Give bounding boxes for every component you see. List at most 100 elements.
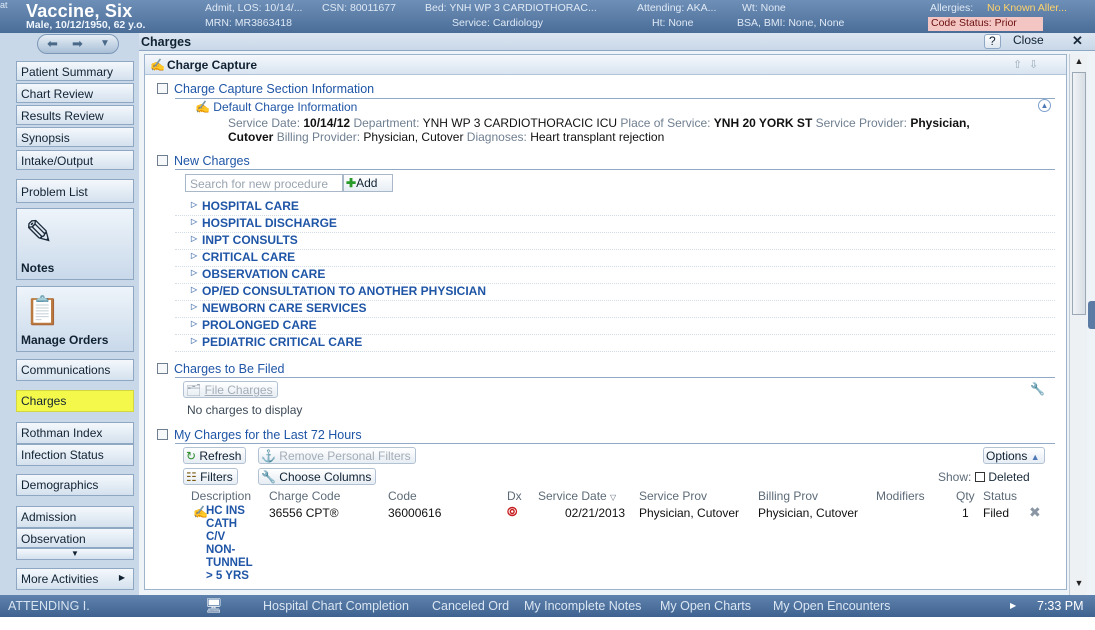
sidebar-item-synopsis[interactable]: Synopsis — [16, 127, 134, 147]
section-divider — [175, 169, 1055, 170]
sidebar-item-results-review[interactable]: Results Review — [16, 105, 134, 125]
sidebar-expand-chevron-icon[interactable]: ▼ — [16, 548, 134, 560]
collapse-up-icon: ▲ — [1030, 452, 1040, 462]
col-billing-prov[interactable]: Billing Prov — [758, 489, 818, 503]
help-button[interactable]: ? — [984, 34, 1001, 49]
col-qty[interactable]: Qty — [956, 489, 975, 503]
more-activities-button[interactable]: More Activities ▶ — [16, 568, 134, 590]
category-critical-care[interactable]: ▷ CRITICAL CARE — [175, 250, 1055, 267]
chevron-right-icon[interactable]: ▶ — [1010, 601, 1016, 610]
row-service-prov: Physician, Cutover — [639, 506, 740, 520]
add-button[interactable]: ✚Add — [343, 174, 393, 192]
allergies-label: Allergies: — [930, 2, 974, 14]
link-hospital-chart-completion[interactable]: Hospital Chart Completion — [263, 599, 409, 613]
patient-header: at Vaccine, Six Male, 10/12/1950, 62 y.o… — [0, 0, 1095, 33]
status-time: 7:33 PM — [1037, 599, 1084, 613]
sidebar-item-chart-review[interactable]: Chart Review — [16, 83, 134, 103]
sidebar-item-intake-output[interactable]: Intake/Output — [16, 150, 134, 170]
section-collapse-icon — [157, 363, 168, 374]
charge-capture-header: ✍ Charge Capture ⇧ ⇩ — [145, 55, 1066, 75]
close-button[interactable]: Close — [1009, 34, 1048, 49]
category-op-ed-consultation[interactable]: ▷ OP/ED CONSULTATION TO ANOTHER PHYSICIAN — [175, 284, 1055, 301]
sidebar-item-rothman-index[interactable]: Rothman Index — [16, 422, 134, 444]
side-panel-tab[interactable] — [1088, 301, 1095, 329]
new-charges-header[interactable]: New Charges — [157, 154, 250, 168]
procedure-search-input[interactable]: Search for new procedure — [185, 174, 343, 192]
columns-icon: 🔧 — [261, 470, 280, 484]
wrench-icon[interactable]: 🔧 — [1030, 382, 1045, 396]
collapse-up-icon[interactable]: ▲ — [1038, 99, 1051, 112]
chevron-down-icon[interactable]: ▼ — [100, 38, 110, 49]
col-service-prov[interactable]: Service Prov — [639, 489, 707, 503]
sidebar-item-communications[interactable]: Communications — [16, 359, 134, 381]
move-down-icon[interactable]: ⇩ — [1029, 58, 1038, 71]
expand-triangle-icon: ▷ — [191, 302, 198, 311]
link-canceled-ord[interactable]: Canceled Ord — [432, 599, 509, 613]
back-arrow-icon[interactable]: ⬅ — [47, 36, 58, 52]
nav-arrows[interactable]: ⬅ ➡ ▼ — [37, 34, 119, 54]
options-button[interactable]: Options ▲ — [983, 447, 1045, 464]
status-attending: ATTENDING I. — [8, 599, 90, 613]
workstation-icon[interactable]: 🖥 — [205, 597, 223, 614]
sidebar-item-notes[interactable]: ✎ Notes — [16, 208, 134, 280]
category-newborn-care[interactable]: ▷ NEWBORN CARE SERVICES — [175, 301, 1055, 318]
col-description[interactable]: Description — [191, 489, 251, 503]
attending-info: Attending: AKA... — [637, 2, 717, 14]
scroll-up-icon[interactable]: ▲ — [1072, 56, 1086, 70]
dx-linked-icon[interactable]: ⦾ — [507, 504, 517, 520]
scroll-thumb[interactable] — [1072, 72, 1086, 315]
close-icon[interactable]: ✕ — [1072, 33, 1083, 49]
sidebar-item-charges[interactable]: Charges — [16, 390, 134, 412]
col-service-date[interactable]: Service Date ▽ — [538, 489, 616, 503]
link-my-open-encounters[interactable]: My Open Encounters — [773, 599, 890, 613]
sidebar-item-admission[interactable]: Admission — [16, 506, 134, 528]
link-my-open-charts[interactable]: My Open Charts — [660, 599, 751, 613]
move-up-icon[interactable]: ⇧ — [1013, 58, 1022, 71]
header-timestamp-fragment: at — [0, 0, 8, 10]
last72-title: My Charges for the Last 72 Hours — [174, 428, 362, 442]
scroll-down-icon[interactable]: ▼ — [1072, 578, 1086, 592]
category-hospital-discharge[interactable]: ▷ HOSPITAL DISCHARGE — [175, 216, 1055, 233]
sidebar-item-problem-list[interactable]: Problem List — [16, 179, 134, 203]
filters-button[interactable]: ☷ Filters — [183, 468, 238, 485]
col-status[interactable]: Status — [983, 489, 1017, 503]
charges-title-bar: Charges ? Close ✕ — [139, 33, 1095, 51]
col-dx[interactable]: Dx — [507, 489, 522, 503]
category-hospital-care[interactable]: ▷ HOSPITAL CARE — [175, 199, 1055, 216]
to-be-filed-header[interactable]: Charges to Be Filed — [157, 362, 284, 376]
choose-columns-button[interactable]: 🔧 Choose Columns — [258, 468, 377, 485]
default-charge-info[interactable]: ✍ Default Charge Information — [195, 100, 357, 114]
app-window: at Vaccine, Six Male, 10/12/1950, 62 y.o… — [0, 0, 1095, 630]
link-my-incomplete-notes[interactable]: My Incomplete Notes — [524, 599, 641, 613]
row-description[interactable]: HC INS CATH C/V NON- TUNNEL > 5 YRS — [206, 505, 253, 583]
patient-demographics: Male, 10/12/1950, 62 y.o. — [26, 19, 146, 31]
category-inpt-consults[interactable]: ▷ INPT CONSULTS — [175, 233, 1055, 250]
col-charge-code[interactable]: Charge Code — [269, 489, 340, 503]
remove-filters-button[interactable]: ⚓ Remove Personal Filters — [258, 447, 416, 464]
last72-header[interactable]: My Charges for the Last 72 Hours — [157, 428, 362, 442]
section-info-header[interactable]: Charge Capture Section Information — [157, 82, 374, 96]
sidebar-item-patient-summary[interactable]: Patient Summary — [16, 61, 134, 81]
category-observation-care[interactable]: ▷ OBSERVATION CARE — [175, 267, 1055, 284]
vertical-scrollbar[interactable]: ▲ ▼ — [1069, 54, 1087, 595]
service-info: Service: Cardiology — [452, 17, 544, 29]
sidebar-item-observation[interactable]: Observation — [16, 528, 134, 548]
allergies-value[interactable]: No Known Aller... — [987, 2, 1067, 14]
sidebar-item-infection-status[interactable]: Infection Status — [16, 444, 134, 466]
file-charges-button[interactable]: 🗂 File Charges — [183, 381, 278, 398]
delete-icon[interactable]: ✖ — [1029, 504, 1041, 521]
default-info-line2: Cutover Billing Provider: Physician, Cut… — [228, 130, 665, 144]
forward-arrow-icon[interactable]: ➡ — [72, 36, 83, 52]
col-code[interactable]: Code — [388, 489, 417, 503]
row-service-date: 02/21/2013 — [565, 506, 626, 520]
code-status[interactable]: Code Status: Prior — [928, 17, 1043, 31]
refresh-button[interactable]: ↻ Refresh — [183, 447, 247, 464]
expand-triangle-icon: ▷ — [191, 234, 198, 243]
category-pediatric-critical-care[interactable]: ▷ PEDIATRIC CRITICAL CARE — [175, 335, 1055, 352]
category-prolonged-care[interactable]: ▷ PROLONGED CARE — [175, 318, 1055, 335]
sidebar-item-demographics[interactable]: Demographics — [16, 474, 134, 496]
show-deleted-checkbox[interactable]: Deleted — [975, 470, 1030, 484]
weight-info: Wt: None — [742, 2, 786, 14]
sidebar-item-manage-orders[interactable]: 📋 Manage Orders — [16, 286, 134, 352]
col-modifiers[interactable]: Modifiers — [876, 489, 925, 503]
